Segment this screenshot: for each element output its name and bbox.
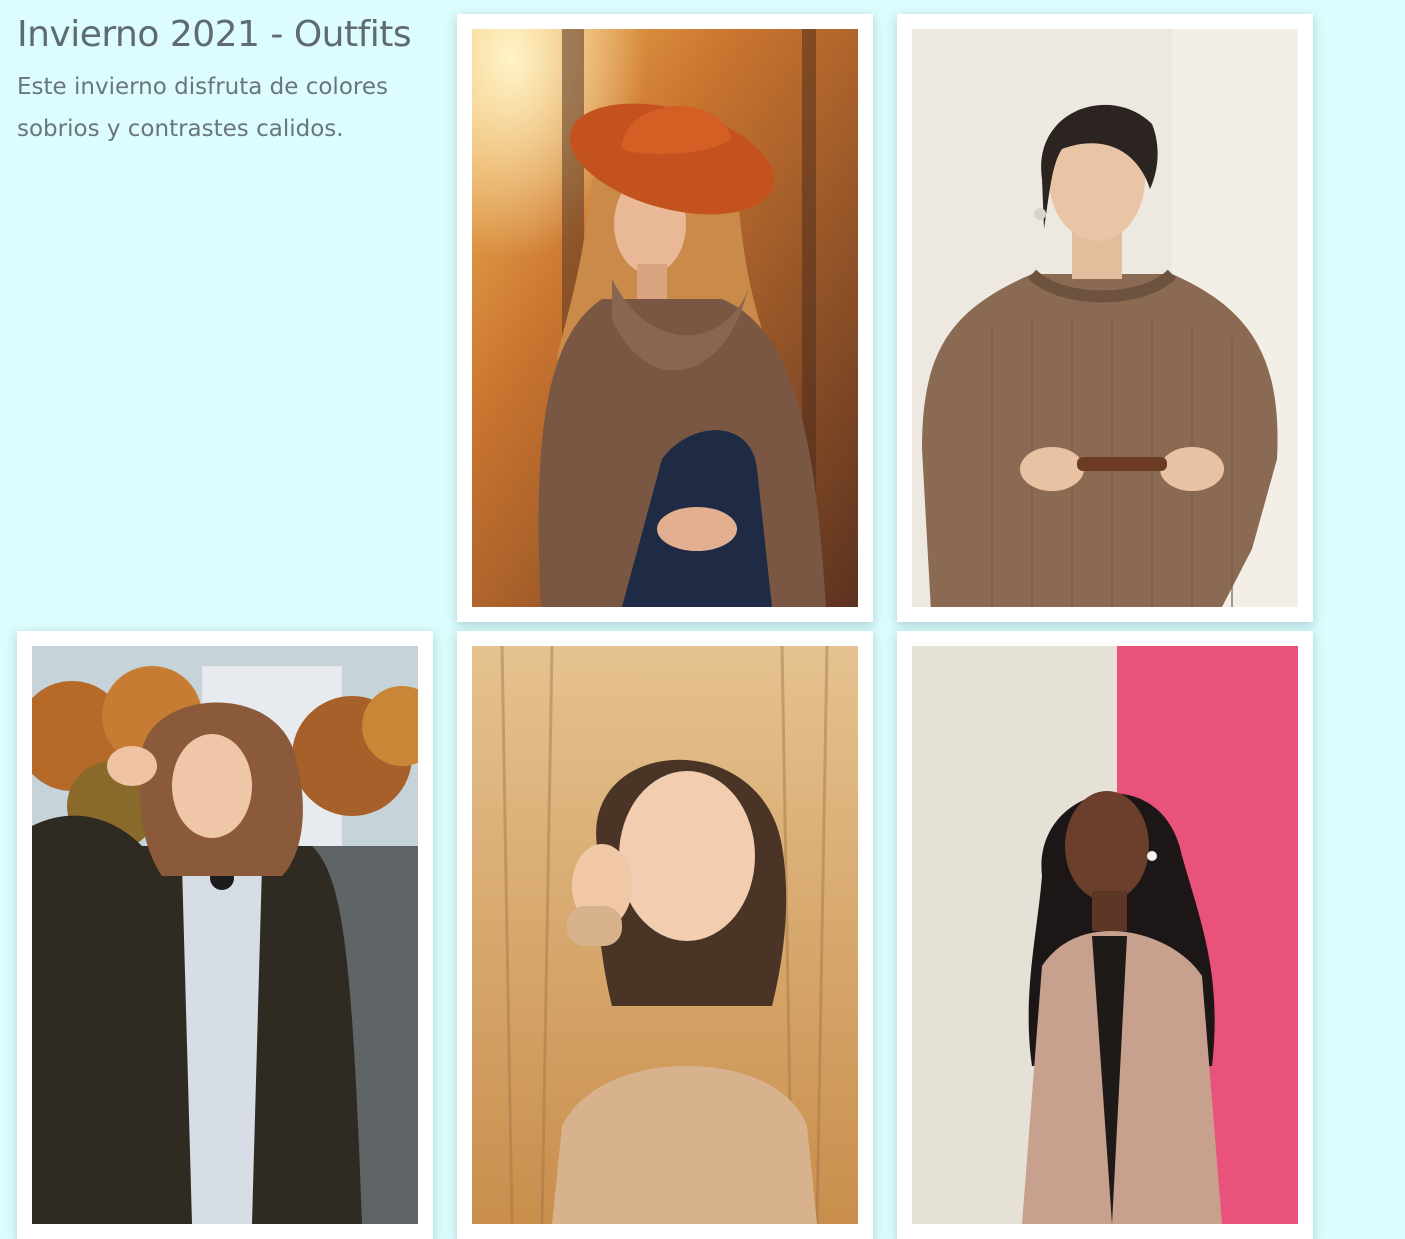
outfit-image-golden-trees [472,646,858,1224]
outfit-card-3[interactable] [17,631,433,1239]
outfit-card-1[interactable] [457,14,873,622]
outfit-photo-3[interactable] [32,646,418,1224]
outfit-card-4[interactable] [457,631,873,1239]
outfit-photo-4[interactable] [472,646,858,1224]
outfit-image-pink-wall [912,646,1298,1224]
outfit-card-5[interactable] [897,631,1313,1239]
page-description: Este invierno disfruta de colores sobrio… [17,74,388,142]
intro-section: Invierno 2021 - Outfits Este invierno di… [17,12,437,150]
outfit-image-brown-sweater [912,29,1298,607]
outfit-image-dark-coat [32,646,418,1224]
page-title: Invierno 2021 - Outfits [17,14,412,55]
outfit-photo-5[interactable] [912,646,1298,1224]
outfit-photo-1[interactable] [472,29,858,607]
outfit-photo-2[interactable] [912,29,1298,607]
outfit-card-2[interactable] [897,14,1313,622]
outfit-image-orange-hat [472,29,858,607]
